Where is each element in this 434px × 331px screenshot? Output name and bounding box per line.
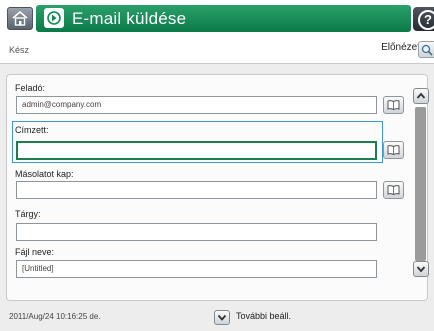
datetime: 2011/Aug/24 10:16:25 de.: [9, 312, 101, 321]
from-label: Feladó:: [15, 83, 46, 93]
cc-address-book-button[interactable]: [383, 181, 404, 199]
to-address-book-button[interactable]: [383, 141, 404, 159]
help-button[interactable]: ?: [413, 7, 434, 31]
help-icon: ?: [418, 10, 434, 30]
preview-icon: [421, 44, 433, 56]
to-label: Címzett:: [15, 125, 49, 135]
preview-label: Előnézet: [381, 42, 420, 53]
to-field[interactable]: [16, 141, 377, 160]
subject-field[interactable]: [16, 223, 377, 241]
scroll-down-button[interactable]: [413, 261, 429, 277]
cc-field[interactable]: [16, 181, 377, 199]
chevron-down-icon: [217, 314, 227, 321]
preview-button[interactable]: [418, 41, 434, 58]
filename-label: Fájl neve:: [15, 247, 55, 257]
scroll-up-icon: [416, 92, 426, 99]
scroll-down-icon: [416, 266, 426, 273]
status-text: Kész: [9, 45, 30, 55]
scrollbar-track[interactable]: [415, 107, 426, 261]
title-bar: E-mail küldése ?: [0, 0, 434, 36]
from-field[interactable]: admin@company.com: [16, 96, 377, 114]
from-address-book-button[interactable]: [383, 96, 404, 114]
cc-label: Másolatot kap:: [15, 169, 74, 179]
home-button[interactable]: [7, 7, 33, 30]
address-book-icon: [387, 145, 400, 155]
email-icon: [44, 8, 64, 28]
more-options-button[interactable]: [214, 310, 230, 325]
email-form-panel: Feladó: admin@company.com Címzett: Másol…: [6, 74, 429, 301]
filename-field[interactable]: [Untitled]: [16, 260, 377, 278]
page-title: E-mail küldése: [72, 9, 187, 28]
address-book-icon: [387, 100, 400, 110]
more-options-label[interactable]: További beáll.: [236, 311, 291, 321]
title-banner: E-mail küldése: [36, 5, 411, 32]
home-icon: [12, 11, 28, 26]
address-book-icon: [387, 185, 400, 195]
scroll-up-button[interactable]: [413, 88, 429, 104]
subject-label: Tárgy:: [15, 209, 41, 219]
status-row: Kész Előnézet: [0, 36, 434, 64]
